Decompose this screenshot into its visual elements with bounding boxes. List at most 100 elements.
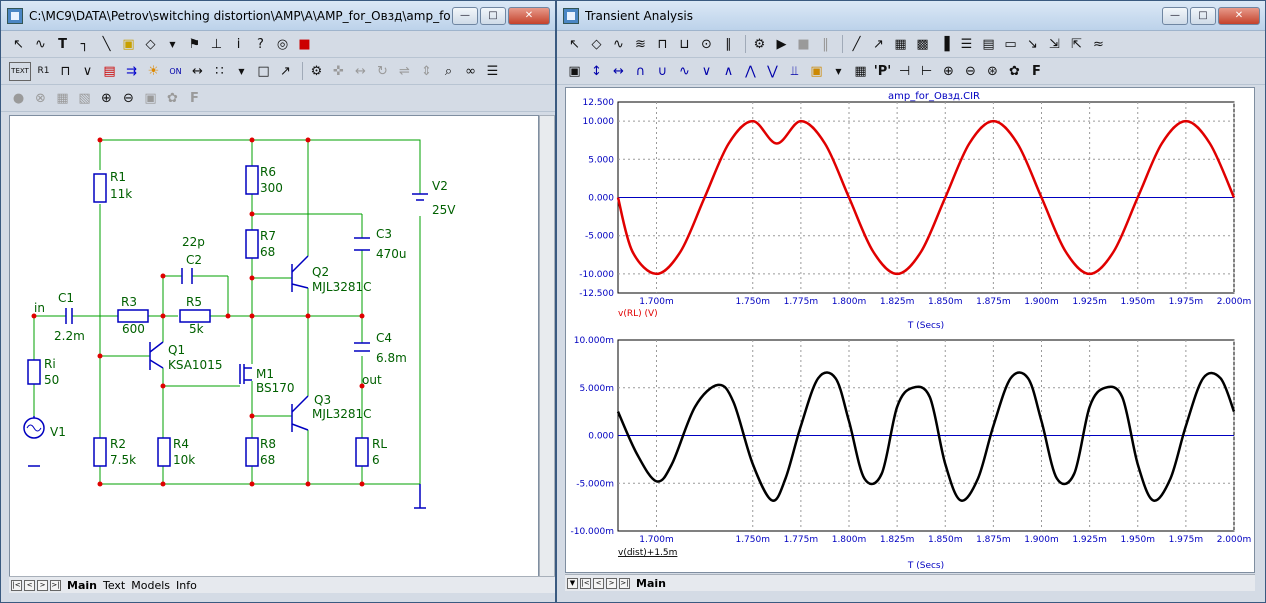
help-icon[interactable]: ? — [251, 35, 270, 54]
close-button[interactable]: ✕ — [508, 6, 550, 25]
on-state-icon[interactable]: ON — [166, 62, 185, 81]
analysis-close-button[interactable]: ✕ — [1218, 6, 1260, 25]
analysis-menu-icon[interactable]: ▼ — [567, 577, 578, 589]
text-toggle-icon[interactable]: TEXT — [9, 61, 31, 81]
maximize-button[interactable]: □ — [480, 6, 506, 25]
shapes-tool-icon[interactable]: ◇ — [587, 35, 606, 54]
waveform-icon[interactable]: ≋ — [631, 35, 650, 54]
global-high-icon[interactable]: ∨ — [697, 62, 716, 81]
analysis-prev-icon[interactable]: < — [593, 577, 604, 589]
dropdown-2-icon[interactable]: ▼ — [232, 62, 251, 81]
peak-icon[interactable]: ↕ — [587, 62, 606, 81]
plot-props-icon[interactable]: ▣ — [565, 62, 584, 81]
show-pins-icon[interactable]: ↔ — [188, 62, 207, 81]
first-page-icon[interactable]: |< — [11, 579, 22, 591]
binoculars-icon[interactable]: ∞ — [461, 62, 480, 81]
schematic-canvas[interactable]: R1 11k R2 7.5k R3 600 R4 10k R5 5k R6 30… — [9, 115, 539, 577]
zoom-out-plot-icon[interactable]: ⊖ — [961, 62, 980, 81]
current-arrows-icon[interactable]: ⇉ — [122, 62, 141, 81]
model-icon[interactable]: ■ — [295, 35, 314, 54]
table-icon[interactable]: ▤ — [979, 35, 998, 54]
analysis-next-icon[interactable]: > — [606, 577, 617, 589]
color-icon[interactable]: ▣ — [807, 62, 826, 81]
plot-area[interactable]: amp_for_Овзд.CIR 1.700m 1.750m 1.775m 1.800… — [565, 87, 1255, 573]
analysis-last-icon[interactable]: >| — [619, 577, 630, 589]
bottom-icon[interactable]: ⋁ — [763, 62, 782, 81]
scale-icon[interactable]: ∿ — [609, 35, 628, 54]
next-page-icon[interactable]: > — [37, 579, 48, 591]
box-icon[interactable]: ▭ — [1001, 35, 1020, 54]
tag-left-icon[interactable]: ⊣ — [895, 62, 914, 81]
zoom-in-plot-icon[interactable]: ⊕ — [939, 62, 958, 81]
tab-info[interactable]: Info — [176, 579, 197, 592]
power-icon[interactable]: ☀ — [144, 62, 163, 81]
select-icon[interactable]: ↖ — [565, 35, 584, 54]
minimize-button[interactable]: — — [452, 6, 478, 25]
tab-text[interactable]: Text — [103, 579, 125, 592]
analysis-maximize-button[interactable]: □ — [1190, 6, 1216, 25]
grid-icon[interactable]: ▦ — [891, 35, 910, 54]
wire-wave-icon[interactable]: ∿ — [31, 35, 50, 54]
zoom-fit-icon[interactable]: ⊛ — [983, 62, 1002, 81]
cancel-icon[interactable]: ⊗ — [31, 89, 50, 108]
select-arrow-icon[interactable]: ↖ — [9, 35, 28, 54]
top-icon[interactable]: ⋀ — [741, 62, 760, 81]
schematic-vertical-scrollbar[interactable] — [539, 115, 555, 577]
font-plot-icon[interactable]: F — [1027, 62, 1046, 81]
analysis-minimize-button[interactable]: — — [1162, 6, 1188, 25]
pin-connections-icon[interactable]: ⊓ — [56, 62, 75, 81]
font-icon[interactable]: F — [185, 89, 204, 108]
tag-2-icon[interactable]: ⊔ — [675, 35, 694, 54]
orthogonal-wire-icon[interactable]: ┐ — [75, 35, 94, 54]
zoom-in-icon[interactable]: ⊕ — [97, 89, 116, 108]
stop-icon[interactable]: ■ — [794, 35, 813, 54]
tab-models[interactable]: Models — [131, 579, 170, 592]
cursor-icon[interactable]: ↗ — [276, 62, 295, 81]
info-icon[interactable]: i — [229, 35, 248, 54]
pause-icon[interactable]: ‖ — [816, 35, 835, 54]
cursor-1-icon[interactable]: ↘ — [1023, 35, 1042, 54]
border-icon[interactable]: □ — [254, 62, 273, 81]
camera-icon[interactable]: ▣ — [141, 89, 160, 108]
node-numbers-icon[interactable]: ▤ — [100, 62, 119, 81]
line-icon[interactable]: ╱ — [847, 35, 866, 54]
cursor-4-icon[interactable]: ≈ — [1089, 35, 1108, 54]
p-key-icon[interactable]: 'P' — [873, 62, 892, 81]
columns-icon[interactable]: ▐ — [935, 35, 954, 54]
schematic-titlebar[interactable]: C:\MC9\DATA\Petrov\switching distortion\… — [1, 1, 555, 31]
rows-icon[interactable]: ☰ — [957, 35, 976, 54]
tag-icon[interactable]: ⊓ — [653, 35, 672, 54]
transient-titlebar[interactable]: Transient Analysis — □ ✕ — [557, 1, 1265, 31]
component-icon[interactable]: ▣ — [119, 35, 138, 54]
properties-icon[interactable]: ⚙ — [307, 62, 326, 81]
notes-icon[interactable]: ☰ — [483, 62, 502, 81]
ok-icon[interactable]: ● — [9, 89, 28, 108]
label-icon[interactable]: ∥ — [719, 35, 738, 54]
ungroup-icon[interactable]: ▧ — [75, 89, 94, 108]
palette-plot-icon[interactable]: ✿ — [1005, 62, 1024, 81]
global-low-icon[interactable]: ∧ — [719, 62, 738, 81]
align-icon[interactable]: ✜ — [329, 62, 348, 81]
tab-main[interactable]: Main — [67, 579, 97, 592]
node-voltages-icon[interactable]: ∨ — [78, 62, 97, 81]
tag-right-icon[interactable]: ⊢ — [917, 62, 936, 81]
valley-icon[interactable]: ↔ — [609, 62, 628, 81]
diagonal-wire-icon[interactable]: ╲ — [97, 35, 116, 54]
flip-icon[interactable]: ↔ — [351, 62, 370, 81]
mirror-icon[interactable]: ⇌ — [395, 62, 414, 81]
analysis-first-icon[interactable]: |< — [580, 577, 591, 589]
grid-text-icon[interactable]: R1 — [34, 62, 53, 81]
group-icon[interactable]: ▦ — [53, 89, 72, 108]
numeric-icon[interactable]: ▦ — [851, 62, 870, 81]
inflection-icon[interactable]: ∿ — [675, 62, 694, 81]
dropdown-3-icon[interactable]: ▼ — [829, 62, 848, 81]
grid-2-icon[interactable]: ▩ — [913, 35, 932, 54]
globe-icon[interactable]: ◎ — [273, 35, 292, 54]
dropdown-icon[interactable]: ▼ — [163, 35, 182, 54]
cursor-2-icon[interactable]: ⇲ — [1045, 35, 1064, 54]
last-page-icon[interactable]: >| — [50, 579, 61, 591]
rotate-icon[interactable]: ↻ — [373, 62, 392, 81]
settings-icon[interactable]: ⚙ — [750, 35, 769, 54]
analysis-tab-main[interactable]: Main — [636, 577, 666, 590]
high-icon[interactable]: ∩ — [631, 62, 650, 81]
